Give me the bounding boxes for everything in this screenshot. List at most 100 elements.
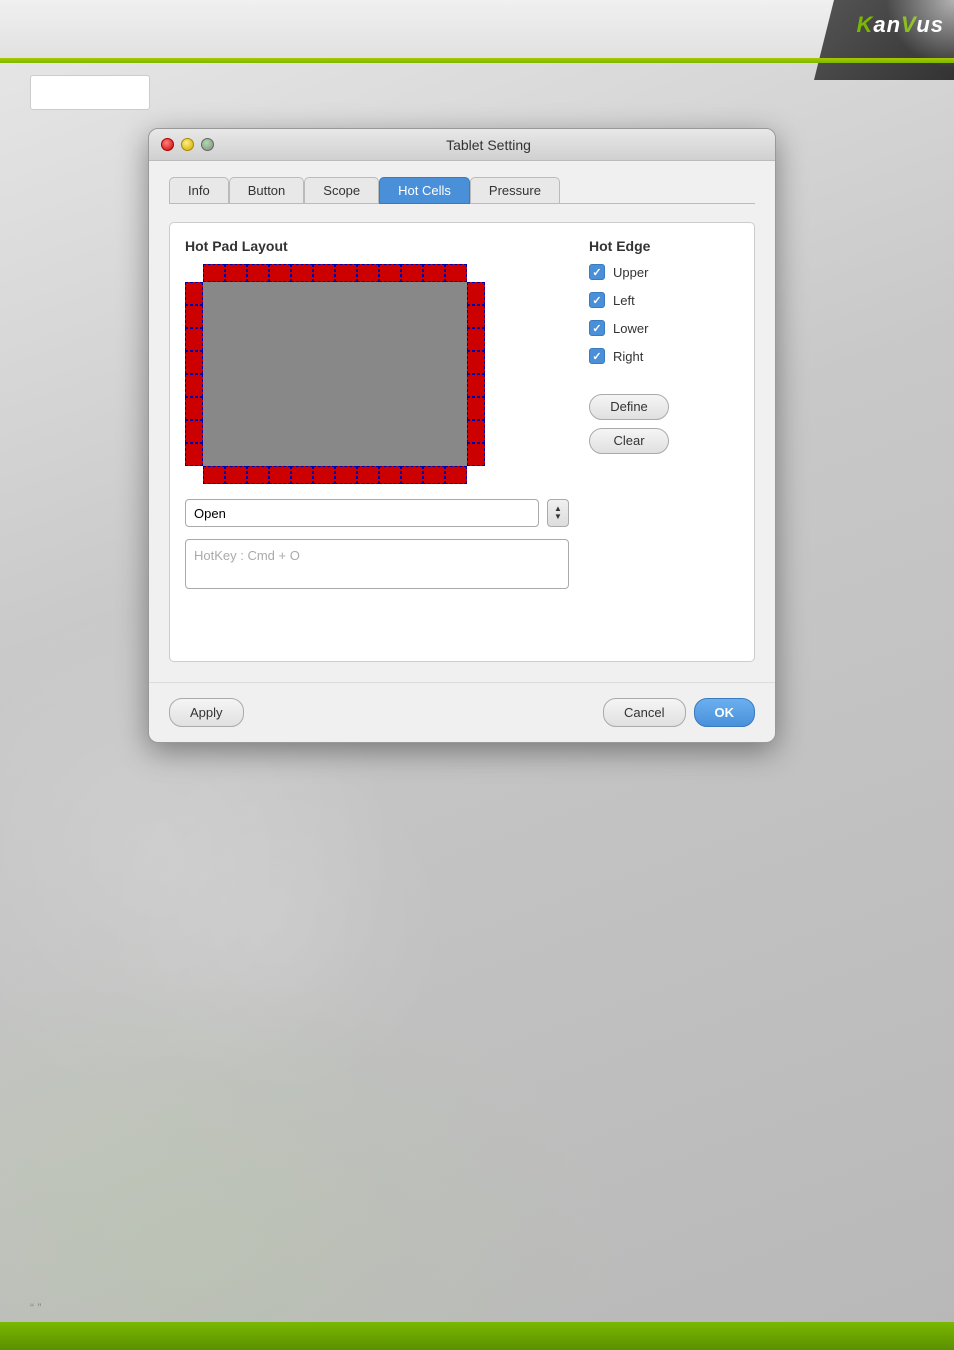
hotedge-right-row: ✓ Right (589, 348, 739, 364)
action-dropdown-value: Open (194, 506, 226, 521)
top-cell-1[interactable] (203, 264, 225, 282)
tabs-row: Info Button Scope Hot Cells Pressure (169, 176, 755, 204)
right-cell-6[interactable] (467, 397, 485, 420)
lower-checkbox[interactable]: ✓ (589, 320, 605, 336)
hotpad-section-label: Hot Pad Layout (185, 238, 569, 254)
ok-button[interactable]: OK (694, 698, 756, 727)
upper-label: Upper (613, 265, 648, 280)
right-cell-7[interactable] (467, 420, 485, 443)
left-cell-5[interactable] (185, 374, 203, 397)
apply-button[interactable]: Apply (169, 698, 244, 727)
dialog-window: Tablet Setting Info Button Scope Hot Cel… (148, 128, 776, 743)
bottom-quote: “ ” (30, 1301, 41, 1315)
top-cell-12[interactable] (445, 264, 467, 282)
left-label: Left (613, 293, 635, 308)
cancel-button[interactable]: Cancel (603, 698, 685, 727)
hotedge-section-label: Hot Edge (589, 238, 739, 254)
right-cell-2[interactable] (467, 305, 485, 328)
top-cells (203, 264, 467, 282)
right-cell-5[interactable] (467, 374, 485, 397)
action-dropdown-row: Open ▲ ▼ (185, 499, 569, 527)
right-cell-3[interactable] (467, 328, 485, 351)
right-cells (467, 282, 485, 466)
bottom-cell-9[interactable] (379, 466, 401, 484)
bottom-cell-7[interactable] (335, 466, 357, 484)
tab-scope[interactable]: Scope (304, 177, 379, 204)
top-cell-5[interactable] (291, 264, 313, 282)
minimize-button[interactable] (181, 138, 194, 151)
bottom-cell-4[interactable] (269, 466, 291, 484)
hotedge-upper-row: ✓ Upper (589, 264, 739, 280)
bottom-cell-3[interactable] (247, 466, 269, 484)
bottom-cell-8[interactable] (357, 466, 379, 484)
right-cell-4[interactable] (467, 351, 485, 374)
right-label: Right (613, 349, 643, 364)
bottom-cell-1[interactable] (203, 466, 225, 484)
bottom-cell-10[interactable] (401, 466, 423, 484)
top-cell-11[interactable] (423, 264, 445, 282)
bottom-cell-5[interactable] (291, 466, 313, 484)
hotpad-inner (203, 282, 467, 466)
dialog-titlebar: Tablet Setting (149, 129, 775, 161)
right-checkbox[interactable]: ✓ (589, 348, 605, 364)
dialog-title: Tablet Setting (214, 137, 763, 153)
green-bar-bottom (0, 1322, 954, 1350)
left-cell-4[interactable] (185, 351, 203, 374)
top-cell-8[interactable] (357, 264, 379, 282)
top-cell-4[interactable] (269, 264, 291, 282)
green-bar-top (0, 58, 954, 63)
bottom-cell-6[interactable] (313, 466, 335, 484)
left-cell-2[interactable] (185, 305, 203, 328)
define-button[interactable]: Define (589, 394, 669, 420)
top-cell-6[interactable] (313, 264, 335, 282)
hotedge-lower-row: ✓ Lower (589, 320, 739, 336)
left-cell-1[interactable] (185, 282, 203, 305)
bg-swirl (0, 750, 700, 1350)
upper-checkmark: ✓ (592, 266, 601, 279)
top-cell-3[interactable] (247, 264, 269, 282)
tab-info[interactable]: Info (169, 177, 229, 204)
stepper-down-icon: ▼ (554, 513, 562, 521)
hotkey-field[interactable]: HotKey : Cmd + O (185, 539, 569, 589)
left-column: Hot Pad Layout (185, 238, 569, 589)
lower-checkmark: ✓ (592, 322, 601, 335)
close-button[interactable] (161, 138, 174, 151)
bottom-cell-2[interactable] (225, 466, 247, 484)
top-cell-9[interactable] (379, 264, 401, 282)
dialog-content: Info Button Scope Hot Cells Pressure Hot… (149, 161, 775, 682)
hotedge-left-row: ✓ Left (589, 292, 739, 308)
bottom-cells (203, 466, 467, 484)
traffic-lights (161, 138, 214, 151)
right-cell-8[interactable] (467, 443, 485, 466)
left-checkbox[interactable]: ✓ (589, 292, 605, 308)
top-cell-10[interactable] (401, 264, 423, 282)
right-cell-1[interactable] (467, 282, 485, 305)
lower-label: Lower (613, 321, 648, 336)
dialog-footer: Apply Cancel OK (149, 682, 775, 742)
left-cell-6[interactable] (185, 397, 203, 420)
inner-content: Hot Pad Layout (169, 222, 755, 662)
tab-button[interactable]: Button (229, 177, 305, 204)
hotpad-container (185, 264, 485, 484)
top-cell-2[interactable] (225, 264, 247, 282)
maximize-button[interactable] (201, 138, 214, 151)
top-header (0, 0, 954, 63)
stepper-control[interactable]: ▲ ▼ (547, 499, 569, 527)
tab-hotcells[interactable]: Hot Cells (379, 177, 470, 204)
top-left-box (30, 75, 150, 110)
left-cells (185, 282, 203, 466)
right-column: Hot Edge ✓ Upper ✓ Left (589, 238, 739, 589)
hotkey-placeholder: HotKey : Cmd + O (194, 548, 300, 563)
tab-pressure[interactable]: Pressure (470, 177, 560, 204)
left-cell-3[interactable] (185, 328, 203, 351)
two-column-layout: Hot Pad Layout (185, 238, 739, 589)
action-dropdown[interactable]: Open (185, 499, 539, 527)
left-cell-8[interactable] (185, 443, 203, 466)
bottom-cell-11[interactable] (423, 466, 445, 484)
bottom-cell-12[interactable] (445, 466, 467, 484)
clear-button[interactable]: Clear (589, 428, 669, 454)
left-checkmark: ✓ (592, 294, 601, 307)
left-cell-7[interactable] (185, 420, 203, 443)
top-cell-7[interactable] (335, 264, 357, 282)
upper-checkbox[interactable]: ✓ (589, 264, 605, 280)
